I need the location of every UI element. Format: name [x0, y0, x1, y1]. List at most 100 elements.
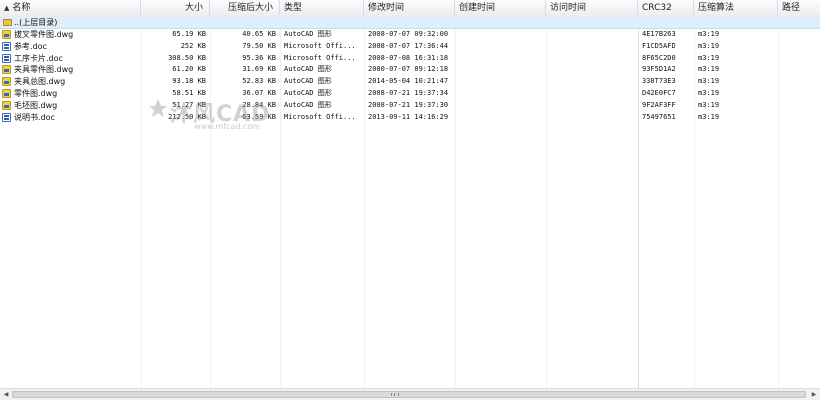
size-cell: 252 KB	[180, 41, 206, 50]
dwg-file-icon	[2, 65, 11, 75]
file-name-cell: 零件图.dwg	[14, 89, 58, 98]
modified-cell: 2013-09-11 14:16:29	[368, 112, 449, 121]
method-cell: m3:19	[698, 30, 720, 38]
method-cell: m3:19	[698, 41, 720, 50]
packed-size-cell: 52.83 KB	[242, 77, 276, 86]
created-cell	[459, 29, 545, 41]
type-cell: AutoCAD 图形	[284, 30, 332, 38]
column-header-name[interactable]: ▲ 名称	[0, 0, 141, 17]
modified-cell: 2014-05-04 10:21:47	[368, 77, 449, 86]
column-header-modified[interactable]: 修改时间	[364, 0, 455, 17]
accessed-cell	[550, 29, 636, 41]
horizontal-scrollbar[interactable]: ◀ ▶	[0, 388, 820, 400]
created-cell	[459, 41, 545, 53]
column-header-type[interactable]: 类型	[280, 0, 364, 17]
file-name-cell: 参考.doc	[14, 41, 47, 51]
modified-cell: 2008-07-07 09:32:00	[368, 30, 449, 38]
dwg-file-icon	[2, 77, 11, 87]
path-cell	[782, 41, 818, 53]
size-cell: 93.18 KB	[172, 77, 206, 86]
watermark-url: www.mfcad.com	[194, 122, 261, 131]
accessed-cell	[550, 100, 636, 112]
created-cell	[459, 100, 545, 112]
parent-directory-row[interactable]: ..(上层目录)	[0, 17, 820, 29]
method-cell: m3:19	[698, 112, 720, 121]
created-cell	[459, 53, 545, 65]
type-cell: Microsoft Offi...	[284, 41, 356, 50]
method-cell: m3:19	[698, 53, 720, 62]
method-cell: m3:19	[698, 77, 720, 86]
crc32-cell: 8F65C2D0	[642, 53, 676, 62]
file-row[interactable]: 说明书.doc 212.50 KB 63.59 KB Microsoft Offi..…	[0, 112, 820, 124]
column-header-method[interactable]: 压缩算法	[694, 0, 778, 17]
modified-cell: 2000-07-07 09:12:18	[368, 65, 449, 74]
column-header-crc32[interactable]: CRC32	[638, 0, 694, 17]
type-cell: Microsoft Offi...	[284, 53, 356, 62]
accessed-cell	[550, 112, 636, 124]
type-cell: AutoCAD 图形	[284, 77, 332, 86]
crc32-cell: F1CD5AFD	[642, 41, 676, 50]
accessed-cell	[550, 41, 636, 53]
file-name-cell: 毛坯图.dwg	[14, 100, 58, 110]
file-name-cell: 说明书.doc	[14, 112, 55, 122]
dwg-file-icon	[2, 89, 11, 98]
file-row[interactable]: 毛坯图.dwg 51.27 KB 28.84 KB AutoCAD 图形 2008-07…	[0, 100, 820, 112]
column-header-bar: ▲ 名称 大小 压缩后大小 类型 修改时间 创建时间 访问时间 CRC32 压缩算…	[0, 0, 820, 18]
dwg-file-icon	[2, 100, 11, 110]
modified-cell: 2008-07-08 16:31:18	[368, 53, 449, 62]
type-cell: AutoCAD 图形	[284, 65, 332, 74]
modified-cell: 2008-07-07 17:36:44	[368, 41, 449, 50]
file-row[interactable]: 夹具总图.dwg 93.18 KB 52.83 KB AutoCAD 图形 2014-0…	[0, 76, 820, 88]
column-header-size[interactable]: 大小	[141, 0, 210, 17]
watermark-logo-icon	[149, 99, 167, 117]
file-name-cell: 夹具零件图.dwg	[14, 65, 74, 75]
sort-up-icon: ▲	[4, 4, 10, 12]
file-row[interactable]: 参考.doc 252 KB 79.50 KB Microsoft Offi... 200…	[0, 41, 820, 53]
crc32-cell: 9F2AF3FF	[642, 100, 676, 109]
accessed-cell	[550, 64, 636, 76]
folder-up-icon	[3, 19, 12, 26]
packed-size-cell: 31.69 KB	[242, 65, 276, 74]
column-header-path[interactable]: 路径	[778, 0, 820, 17]
created-cell	[459, 76, 545, 88]
file-row[interactable]: 零件图.dwg 58.51 KB 36.07 KB AutoCAD 图形 2008-07…	[0, 88, 820, 100]
scroll-left-arrow-icon[interactable]: ◀	[1, 390, 11, 399]
method-cell: m3:19	[698, 100, 720, 109]
file-row[interactable]: 拔叉零件图.dwg 65.19 KB 40.65 KB AutoCAD 图形 2008-…	[0, 29, 820, 41]
crc32-cell: 338T73E3	[642, 77, 676, 86]
path-cell	[782, 64, 818, 76]
file-name-cell: 夹具总图.dwg	[14, 77, 66, 87]
crc32-cell: 75497651	[642, 112, 676, 121]
scroll-right-arrow-icon[interactable]: ▶	[809, 390, 819, 399]
created-cell	[459, 88, 545, 100]
parent-directory-label: ..(上层目录)	[14, 18, 58, 27]
doc-file-icon	[2, 41, 11, 51]
file-row[interactable]: 工序卡片.doc 308.50 KB 95.36 KB Microsoft Offi.…	[0, 53, 820, 65]
column-header-packed-size[interactable]: 压缩后大小	[210, 0, 280, 17]
path-cell	[782, 88, 818, 100]
crc32-cell: D42E0FC7	[642, 89, 676, 97]
column-header-created[interactable]: 创建时间	[455, 0, 546, 17]
path-cell	[782, 29, 818, 41]
column-header-accessed[interactable]: 访问时间	[546, 0, 638, 17]
accessed-cell	[550, 76, 636, 88]
crc32-cell: 4E17B263	[642, 30, 676, 38]
accessed-cell	[550, 88, 636, 100]
dwg-file-icon	[2, 30, 11, 39]
modified-cell: 2008-07-21 19:37:30	[368, 100, 449, 109]
method-cell: m3:19	[698, 65, 720, 74]
packed-size-cell: 40.65 KB	[242, 30, 276, 38]
modified-cell: 2008-07-21 19:37:34	[368, 89, 449, 97]
grip-icon	[391, 393, 399, 396]
packed-size-cell: 79.50 KB	[242, 41, 276, 50]
path-cell	[782, 76, 818, 88]
size-cell: 65.19 KB	[172, 30, 206, 38]
path-cell	[782, 53, 818, 65]
size-cell: 308.50 KB	[168, 53, 206, 62]
packed-size-cell: 95.36 KB	[242, 53, 276, 62]
scrollbar-thumb[interactable]	[12, 391, 806, 398]
file-name-cell: 工序卡片.doc	[14, 53, 63, 63]
file-row[interactable]: 夹具零件图.dwg 61.20 KB 31.69 KB AutoCAD 图形 2000-…	[0, 64, 820, 76]
path-cell	[782, 112, 818, 124]
size-cell: 61.20 KB	[172, 65, 206, 74]
